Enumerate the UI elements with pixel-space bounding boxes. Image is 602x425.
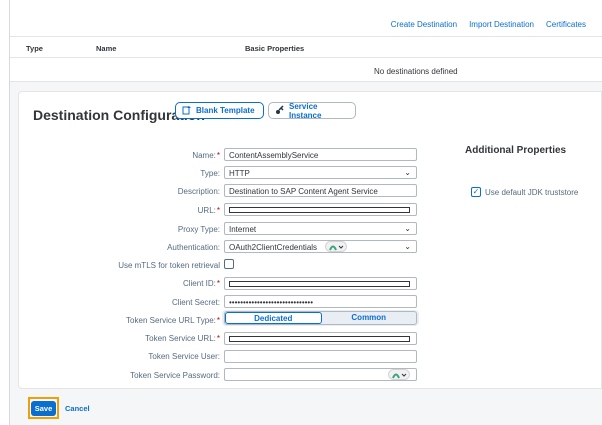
- name-label: Name:*: [192, 151, 220, 160]
- token-service-url-label: Token Service URL:*: [145, 334, 220, 343]
- use-default-jdk-label: Use default JDK truststore: [485, 188, 579, 197]
- chevron-down-icon: ⌄: [404, 224, 411, 233]
- token-url-redaction-box: [229, 336, 410, 342]
- destination-configuration-panel: Destination Configuration Blank Template…: [18, 91, 602, 389]
- assist-extension-icon[interactable]: [325, 241, 347, 252]
- checkmark-icon: ✓: [472, 187, 480, 196]
- mtls-checkbox[interactable]: [224, 259, 234, 269]
- description-input[interactable]: Destination to SAP Content Agent Service: [224, 184, 417, 197]
- blank-template-label: Blank Template: [196, 106, 255, 115]
- service-instance-button[interactable]: Service Instance: [268, 101, 356, 120]
- token-service-url-input[interactable]: [224, 332, 417, 345]
- url-redaction-box: [229, 207, 410, 213]
- token-service-url-type-segment: Dedicated Common: [224, 311, 417, 325]
- service-instance-icon: [275, 104, 285, 117]
- name-input[interactable]: ContentAssemblyService: [224, 148, 417, 161]
- import-destination-link[interactable]: Import Destination: [469, 20, 534, 29]
- description-label: Description:: [177, 187, 220, 196]
- chevron-down-icon: ⌄: [404, 242, 411, 251]
- common-option[interactable]: Common: [322, 312, 417, 324]
- token-service-user-input[interactable]: [224, 350, 417, 363]
- table-header: Type Name Basic Properties: [10, 36, 602, 58]
- destinations-panel: Create Destination Import Destination Ce…: [10, 0, 602, 82]
- column-type[interactable]: Type: [26, 44, 43, 53]
- client-secret-label: Client Secret:: [171, 298, 220, 307]
- left-edge: [0, 0, 10, 425]
- footer-bar: [10, 392, 602, 425]
- client-id-label: Client ID:*: [182, 279, 220, 288]
- authentication-label: Authentication:: [167, 243, 220, 252]
- type-select[interactable]: HTTP ⌄: [224, 166, 417, 179]
- authentication-value: OAuth2ClientCredentials: [229, 243, 318, 252]
- client-id-input[interactable]: [224, 277, 417, 290]
- column-basic-properties[interactable]: Basic Properties: [245, 44, 304, 53]
- assist-extension-icon[interactable]: [388, 369, 410, 380]
- authentication-select[interactable]: OAuth2ClientCredentials ⌄: [224, 240, 417, 253]
- chevron-down-icon: ⌄: [404, 168, 411, 177]
- token-service-user-label: Token Service User:: [148, 352, 220, 361]
- client-secret-input[interactable]: ••••••••••••••••••••••••••••••: [224, 295, 417, 308]
- mtls-label: Use mTLS for token retrieval: [118, 261, 220, 270]
- use-default-jdk-checkbox[interactable]: ✓: [471, 187, 481, 197]
- proxy-type-label: Proxy Type:: [177, 225, 220, 234]
- type-label: Type:: [200, 169, 220, 178]
- token-service-url-type-label: Token Service URL Type:*: [126, 316, 220, 325]
- empty-table-text: No destinations defined: [374, 67, 458, 76]
- additional-properties-title: Additional Properties: [465, 145, 567, 156]
- client-id-redaction-box: [229, 281, 410, 287]
- save-button[interactable]: Save: [28, 397, 59, 419]
- service-instance-label: Service Instance: [289, 101, 322, 120]
- dedicated-option[interactable]: Dedicated: [225, 312, 322, 324]
- certificates-link[interactable]: Certificates: [546, 20, 586, 29]
- template-icon: [182, 105, 192, 117]
- token-service-password-label: Token Service Password:: [130, 371, 220, 380]
- url-input[interactable]: [224, 203, 417, 216]
- create-destination-link[interactable]: Create Destination: [391, 20, 457, 29]
- save-label: Save: [30, 400, 57, 416]
- proxy-type-value: Internet: [229, 225, 257, 234]
- proxy-type-select[interactable]: Internet ⌄: [224, 222, 417, 235]
- type-value: HTTP: [229, 169, 250, 178]
- toolbar: Create Destination Import Destination Ce…: [391, 20, 586, 29]
- blank-template-button[interactable]: Blank Template: [175, 102, 264, 119]
- cancel-button[interactable]: Cancel: [65, 404, 90, 413]
- column-name[interactable]: Name: [96, 44, 116, 53]
- url-label: URL:*: [197, 206, 220, 215]
